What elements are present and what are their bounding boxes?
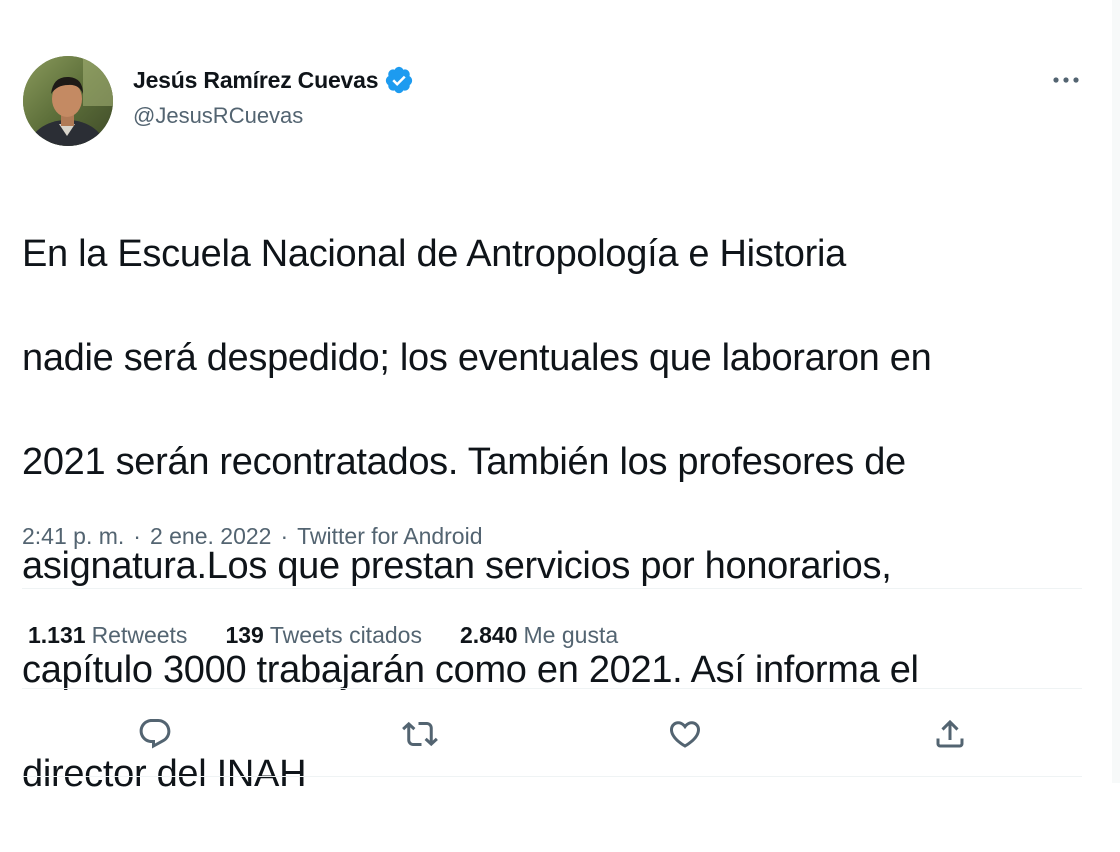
retweet-icon [402, 721, 438, 747]
like-button[interactable] [657, 706, 713, 762]
more-options-button[interactable] [1046, 66, 1086, 94]
author-name-row: Jesús Ramírez Cuevas [133, 64, 414, 96]
quote-tweets-label: Tweets citados [269, 622, 422, 648]
heart-icon [669, 721, 701, 748]
share-icon [936, 719, 964, 748]
scrollbar-track [1112, 0, 1120, 783]
likes-count: 2.840 [459, 622, 518, 648]
author-handle[interactable]: @JesusRCuevas [133, 103, 414, 129]
likes-label: Me gusta [523, 622, 619, 648]
likes-stat[interactable]: 2.840 Me gusta [460, 622, 618, 649]
tweet-source[interactable]: Twitter for Android [297, 523, 482, 550]
tweet-text-line: En la Escuela Nacional de Antropología e… [22, 233, 846, 275]
divider [22, 688, 1082, 689]
share-button[interactable] [922, 706, 978, 762]
tweet-metadata: 2:41 p. m. · 2 ene. 2022 · Twitter for A… [22, 523, 483, 550]
tweet-time[interactable]: 2:41 p. m. [22, 523, 124, 550]
retweets-count: 1.131 [28, 622, 86, 648]
verified-badge-icon [384, 65, 414, 95]
tweet-date[interactable]: 2 ene. 2022 [150, 523, 272, 550]
retweet-button[interactable] [392, 706, 448, 762]
divider [22, 588, 1082, 589]
tweet-text-line: nadie será despedido; los eventuales que… [22, 337, 932, 379]
avatar[interactable] [23, 56, 113, 146]
quote-tweets-stat[interactable]: 139 Tweets citados [225, 622, 422, 649]
divider [22, 776, 1082, 777]
retweets-label: Retweets [91, 622, 188, 648]
tweet-stats: 1.131 Retweets 139 Tweets citados 2.840 … [28, 622, 656, 649]
reply-button[interactable] [127, 706, 183, 762]
meta-separator: · [133, 523, 141, 549]
tweet-text-line: 2021 serán recontratados. También los pr… [22, 441, 906, 483]
retweets-stat[interactable]: 1.131 Retweets [28, 622, 187, 649]
more-options-icon [1053, 77, 1079, 83]
author-display-name[interactable]: Jesús Ramírez Cuevas [133, 67, 379, 94]
author-block: Jesús Ramírez Cuevas @JesusRCuevas [133, 64, 414, 129]
reply-icon [139, 719, 171, 749]
tweet-action-bar [0, 706, 1112, 762]
meta-separator: · [280, 523, 289, 549]
quote-tweets-count: 139 [225, 622, 264, 648]
